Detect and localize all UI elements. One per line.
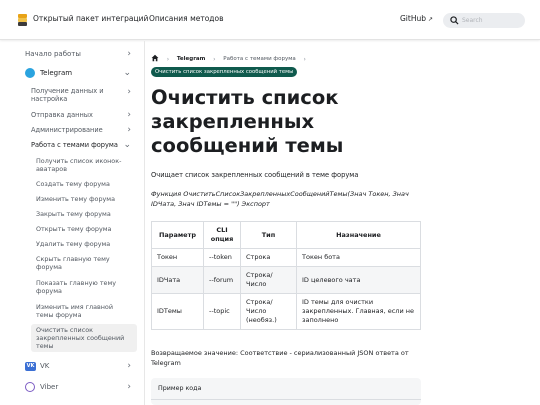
table-cell: Токен бота [296,248,421,267]
sidebar-item-start[interactable]: Начало работы › [25,50,137,59]
table-cell: Строка/Число [240,266,297,294]
chevron-right-icon[interactable]: › [127,111,131,120]
sidebar-item-label: Работа с темами форума [31,141,118,149]
sidebar-subitem[interactable]: Удалить тему форума [36,240,137,248]
table-header: Тип [240,221,297,249]
chevron-right-icon[interactable]: › [127,88,131,97]
sidebar-subitem[interactable]: Показать главную тему форума [36,279,126,295]
code-example-block[interactable]: Пример кода [151,378,421,405]
table-header: Параметр [151,221,204,249]
sidebar-item-label: Получение данных и настройка [31,87,104,103]
breadcrumb-forum-topics[interactable]: Работа с темами форума [223,56,295,62]
table-row: IDТемы --topic Строка/Число (необяз.) ID… [151,293,421,330]
function-signature: Функция ОчиститьСписокЗакрепленныхСообще… [151,190,409,208]
brand-title[interactable]: Открытый пакет интеграций [33,14,148,23]
search-icon [450,16,459,25]
table-cell: --forum [203,266,241,294]
sidebar-item-viber[interactable]: Viber › [40,383,137,392]
table-cell: ID темы для очистки закрепленных. Главна… [296,293,421,330]
table-header-row: Параметр CLI опция Тип Назначение [151,221,421,249]
sidebar-subitem[interactable]: Получить список иконок-аватаров [36,157,137,173]
search-input[interactable] [462,15,522,26]
page-title: Очистить список закрепленных сообщений т… [151,86,344,157]
page-description: Очищает список закрепленных сообщений в … [151,171,359,179]
table-cell: Строка [240,248,297,267]
sidebar-subitem-active[interactable]: Очистить список закрепленных сообщений т… [31,324,137,352]
chevron-right-icon[interactable]: › [127,362,131,371]
sidebar-item-label: Начало работы [25,50,81,58]
sidebar-subitem[interactable]: Создать тему форума [36,180,137,188]
telegram-icon [25,68,35,78]
params-table: Параметр CLI опция Тип Назначение Токен … [151,221,421,330]
search-box[interactable] [443,13,525,28]
breadcrumb: › Telegram › Работа с темами форума › [151,54,312,64]
sidebar-subitem[interactable]: Изменить имя главной темы форума [36,303,126,319]
sidebar-item-label: Viber [40,383,59,391]
top-navbar: Открытый пакет интеграций Описания метод… [0,0,540,40]
chevron-right-icon: › [303,55,306,63]
table-cell: Строка/Число (необяз.) [240,293,297,330]
breadcrumb-telegram[interactable]: Telegram [177,56,205,62]
sidebar: Начало работы › Telegram ⌄ Получение дан… [0,41,145,405]
chevron-right-icon[interactable]: › [127,383,131,392]
chevron-right-icon[interactable]: › [127,126,131,135]
chevron-right-icon: › [213,55,216,63]
chevron-down-icon[interactable]: ⌄ [123,141,131,150]
breadcrumb-current: Очистить список закрепленных сообщений т… [151,67,298,77]
sidebar-item-forum-topics[interactable]: Работа с темами форума ⌄ [31,141,137,150]
chevron-down-icon[interactable]: ⌄ [123,69,131,78]
sidebar-subitem[interactable]: Скрыть главную тему форума [36,255,124,271]
table-cell: Токен [151,248,204,267]
table-row: Токен --token Строка Токен бота [151,248,421,267]
nav-methods-link[interactable]: Описания методов [149,14,224,23]
github-link[interactable]: GitHub ↗ [400,14,433,23]
home-icon[interactable] [151,54,159,64]
return-value: Возвращаемое значение: Соответствие - се… [151,349,409,367]
chevron-right-icon: › [166,55,170,63]
table-cell: --topic [203,293,241,330]
external-link-icon: ↗ [428,16,434,23]
sidebar-item-label: Администрирование [31,126,103,134]
viber-icon [25,382,35,392]
table-cell: IDЧата [151,266,204,294]
sidebar-item-telegram[interactable]: Telegram ⌄ [40,69,137,78]
sidebar-subitem[interactable]: Открыть тему форума [36,225,137,233]
code-example-title: Пример кода [158,385,202,392]
chevron-right-icon[interactable]: › [127,50,131,59]
sidebar-item-vk[interactable]: VK › [40,362,137,371]
sidebar-item-label: Telegram [40,69,73,77]
sidebar-item-get-data[interactable]: Получение данных и настройка › [31,87,137,103]
sidebar-subitem[interactable]: Изменить тему форума [36,195,137,203]
sidebar-item-admin[interactable]: Администрирование › [31,126,137,135]
divider [151,399,421,400]
table-row: IDЧата --forum Строка/Число ID целевого … [151,266,421,294]
table-cell: ID целевого чата [296,266,421,294]
table-header: Назначение [296,221,421,249]
sidebar-item-send-data[interactable]: Отправка данных › [31,111,137,120]
sidebar-item-label: Отправка данных [31,111,93,119]
vk-icon: VK [25,362,36,371]
table-header: CLI опция [203,221,241,249]
sidebar-subitem[interactable]: Закрыть тему форума [36,210,137,218]
sidebar-item-label: VK [40,362,50,370]
brand-logo-icon[interactable] [17,13,28,27]
main-content: › Telegram › Работа с темами форума › Оч… [151,41,540,405]
table-cell: IDТемы [151,293,204,330]
github-label: GitHub [400,14,426,23]
table-cell: --token [203,248,241,267]
